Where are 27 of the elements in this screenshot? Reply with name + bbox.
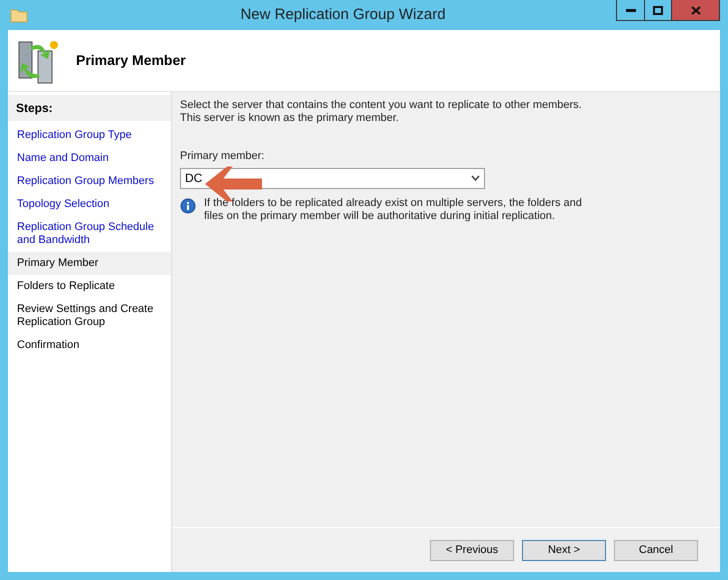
step-item[interactable]: Review Settings and Create Replication Group bbox=[8, 298, 171, 334]
minimize-icon bbox=[626, 8, 636, 12]
info-icon bbox=[180, 198, 196, 214]
window-title: New Replication Group Wizard bbox=[239, 4, 447, 25]
intro-text: Select the server that contains the content you want to replicate to other members. This server is known as the primary member. bbox=[180, 99, 583, 125]
minimize-button[interactable] bbox=[616, 0, 645, 21]
step-item[interactable]: Primary Member bbox=[8, 252, 171, 275]
page-title: Primary Member bbox=[76, 51, 186, 70]
primary-member-dropdown[interactable]: DC bbox=[180, 168, 485, 188]
folder-icon bbox=[10, 7, 28, 23]
step-item[interactable]: Replication Group Schedule and Bandwidth bbox=[8, 216, 171, 252]
close-icon bbox=[690, 6, 700, 14]
wizard-button[interactable]: < Previous bbox=[430, 540, 514, 560]
step-item[interactable]: Replication Group Members bbox=[8, 170, 171, 193]
step-item[interactable]: Replication Group Type bbox=[8, 124, 171, 147]
info-text: If the folders to be replicated already exist on multiple servers, the folders and files on the primary member will be authoritative during initial replication. bbox=[204, 196, 583, 222]
step-item[interactable]: Topology Selection bbox=[8, 193, 171, 216]
step-item[interactable]: Name and Domain bbox=[8, 147, 171, 170]
close-button[interactable] bbox=[672, 0, 720, 21]
field-label: Primary member: bbox=[180, 149, 266, 164]
maximize-icon bbox=[653, 6, 663, 14]
wizard-button[interactable]: Next > bbox=[522, 540, 606, 560]
chevron-down-icon bbox=[471, 175, 480, 181]
step-item[interactable]: Folders to Replicate bbox=[8, 275, 171, 298]
step-item[interactable]: Confirmation bbox=[8, 334, 171, 357]
steps-heading: Steps: bbox=[8, 95, 171, 121]
wizard-button[interactable]: Cancel bbox=[614, 540, 698, 560]
